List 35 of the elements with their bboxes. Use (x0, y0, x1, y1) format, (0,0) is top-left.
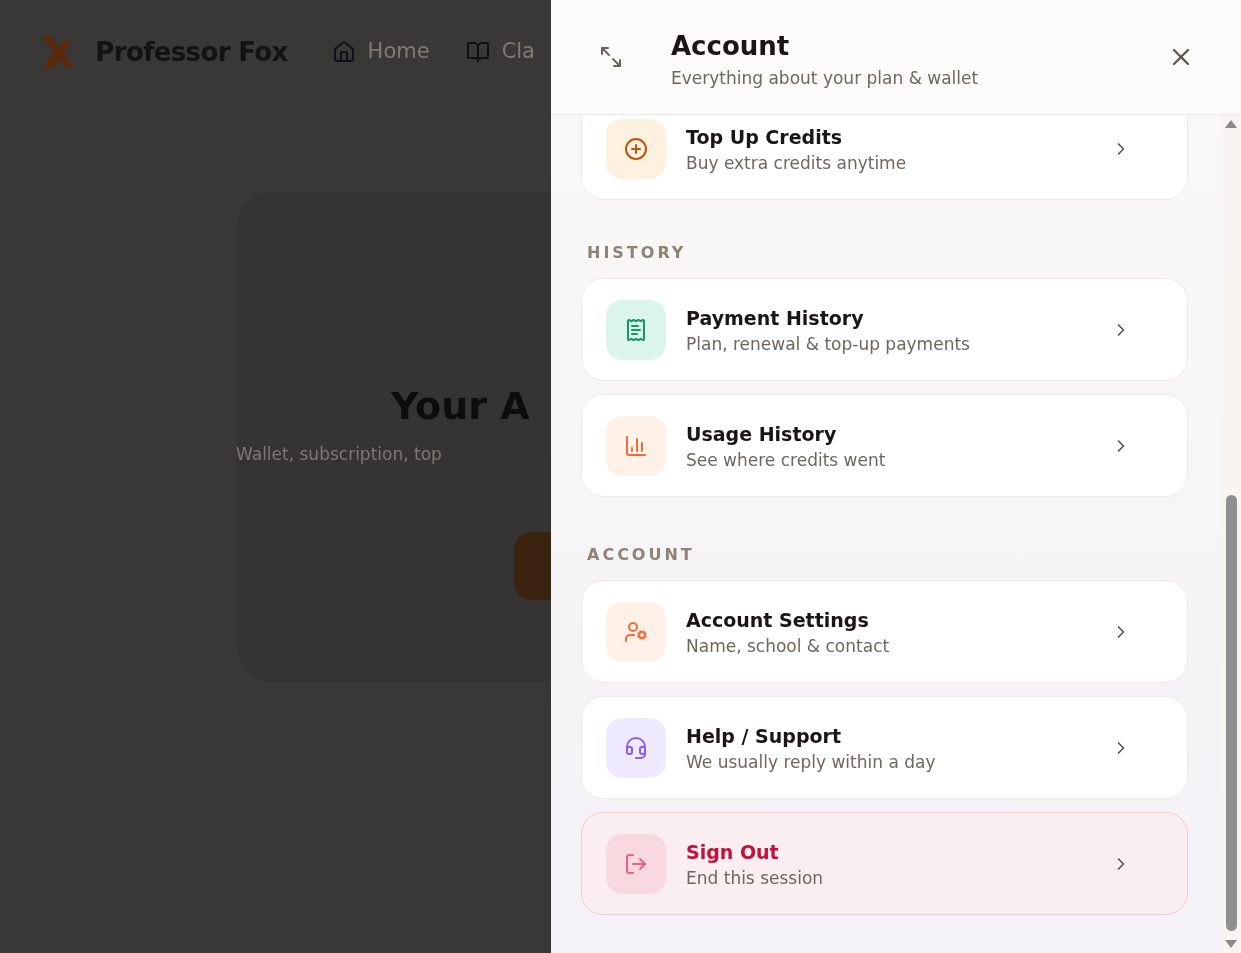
drawer-title: Account (671, 30, 791, 62)
menu-card[interactable]: Help / Support We usually reply within a day (581, 696, 1188, 799)
bar-chart-icon (624, 433, 648, 458)
scroll-down-icon[interactable] (1224, 939, 1238, 949)
menu-card[interactable]: Payment History Plan, renewal & top-up payments (581, 278, 1188, 381)
menu-card[interactable]: Account Settings Name, school & contact (581, 580, 1188, 683)
hero-subtitle: Wallet, subscription, top (236, 443, 443, 466)
card-subtitle: See where credits went (686, 448, 887, 472)
card-subtitle: Buy extra credits anytime (686, 151, 908, 175)
drawer-subtitle: Everything about your plan & wallet (671, 67, 979, 90)
scroll-up-icon[interactable] (1224, 119, 1238, 129)
menu-card[interactable]: Sign Out End this session (581, 812, 1188, 915)
card-title: Account Settings (686, 607, 870, 633)
section-heading: ACCOUNT (587, 544, 696, 566)
home-icon (331, 40, 356, 64)
plus-circle-icon (624, 136, 648, 161)
card-subtitle: Plan, renewal & top-up payments (686, 332, 971, 356)
card-subtitle: Name, school & contact (686, 634, 891, 658)
card-subtitle: End this session (686, 866, 825, 890)
card-title: Payment History (686, 305, 865, 331)
scroll-thumb[interactable] (1225, 495, 1237, 931)
expand-icon[interactable] (599, 45, 623, 69)
receipt-icon (624, 317, 648, 342)
menu-card[interactable]: Top Up Credits Buy extra credits anytime (581, 115, 1188, 200)
card-title: Sign Out (686, 839, 780, 865)
card-title: Help / Support (686, 723, 842, 749)
headset-icon (624, 735, 648, 760)
menu-card[interactable]: Usage History See where credits went (581, 394, 1188, 497)
book-icon (465, 40, 490, 64)
card-title: Top Up Credits (686, 124, 844, 150)
section-heading: HISTORY (587, 242, 688, 264)
user-gear-icon (624, 619, 648, 644)
card-title: Usage History (686, 421, 838, 447)
card-subtitle: We usually reply within a day (686, 750, 937, 774)
logout-icon (624, 851, 648, 876)
